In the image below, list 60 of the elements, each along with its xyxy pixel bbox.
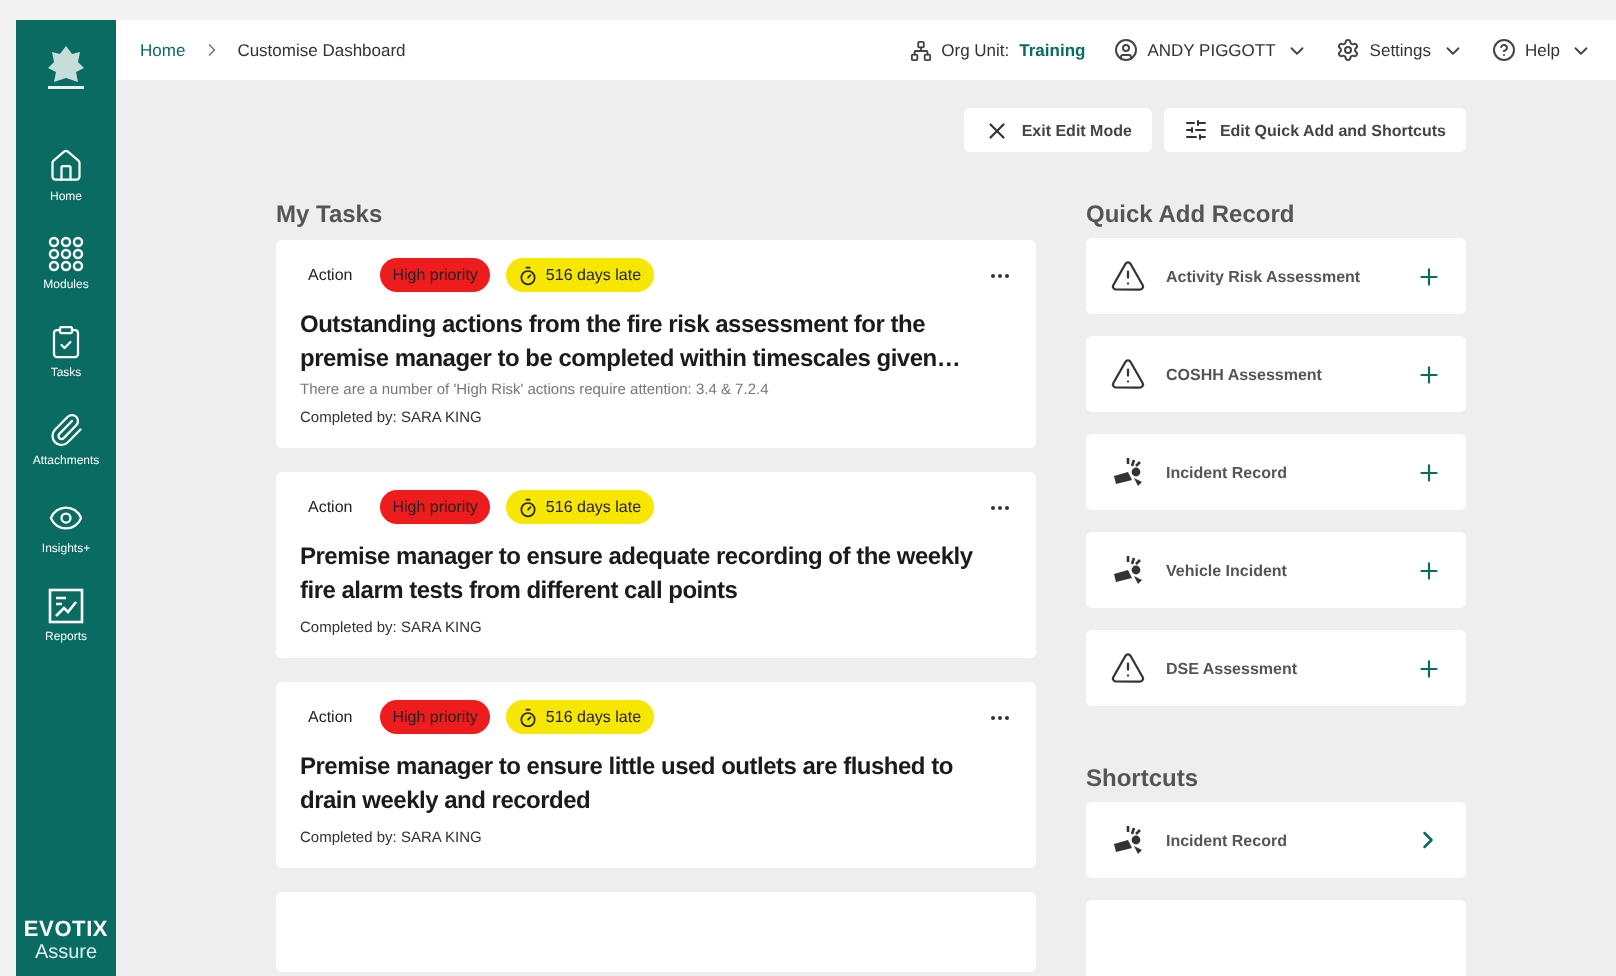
late-badge: 516 days late — [505, 700, 654, 734]
task-type: Action — [306, 708, 355, 726]
add-icon — [1416, 361, 1442, 387]
priority-badge: High priority — [380, 258, 490, 292]
brand-name: EVOTIX — [23, 918, 109, 942]
settings-icon — [1335, 38, 1360, 62]
priority-badge: High priority — [380, 700, 490, 734]
section-title: Shortcuts — [1086, 764, 1201, 792]
paperclip-icon — [47, 412, 84, 448]
task-title: Premise manager to ensure adequate recording of the weekly fire alarm tests from different call points — [300, 540, 975, 608]
brand-subtitle: Assure — [34, 942, 98, 964]
sliders-icon — [1183, 118, 1208, 142]
user-menu[interactable]: ANDY PIGGOTT — [1113, 38, 1308, 62]
add-icon — [1416, 655, 1442, 681]
section-title: Quick Add Record — [1086, 200, 1297, 228]
warning-icon — [1110, 650, 1146, 686]
task-title: Premise manager to ensure little used outlets are flushed to drain weekly and recorded — [300, 750, 955, 818]
impact-icon — [1110, 456, 1146, 488]
timer-icon — [517, 497, 538, 517]
quick-add-item[interactable]: Incident Record — [1086, 434, 1466, 510]
impact-icon — [1110, 824, 1146, 856]
grid-icon — [48, 236, 84, 272]
quick-add-item[interactable]: Vehicle Incident — [1086, 532, 1466, 608]
shortcut-item[interactable]: Incident Record — [1086, 802, 1466, 878]
priority-badge: High priority — [380, 490, 490, 524]
add-icon — [1416, 263, 1442, 289]
help-icon — [1491, 38, 1516, 62]
breadcrumb-link[interactable]: Home — [140, 40, 186, 60]
user-icon — [1113, 38, 1138, 62]
task-card[interactable] — [276, 240, 1036, 448]
task-title: Outstanding actions from the fire risk assessment for the premise manager to be completed within timescales given… — [300, 308, 963, 376]
chart-icon — [47, 588, 84, 624]
warning-icon — [1110, 258, 1146, 294]
settings-menu[interactable]: Settings — [1335, 38, 1464, 62]
add-icon — [1416, 557, 1442, 583]
close-icon — [983, 117, 1010, 143]
late-badge: 516 days late — [505, 258, 654, 292]
timer-icon — [517, 265, 538, 285]
breadcrumb-current: Customise Dashboard — [237, 40, 406, 60]
clipboard-icon — [48, 324, 84, 360]
help-menu[interactable]: Help — [1491, 38, 1592, 62]
task-type: Action — [306, 266, 355, 284]
late-badge: 516 days late — [505, 490, 654, 524]
warning-icon — [1110, 356, 1146, 392]
impact-icon — [1110, 554, 1146, 586]
add-icon — [1416, 459, 1442, 485]
task-type: Action — [306, 498, 355, 516]
toolbar-button[interactable]: Edit Quick Add and Shortcuts — [1163, 108, 1466, 152]
quick-add-item[interactable]: DSE Assessment — [1086, 630, 1466, 706]
eye-icon — [48, 500, 84, 536]
crest-logo — [44, 44, 88, 92]
home-icon — [48, 148, 84, 184]
toolbar-button[interactable]: Exit Edit Mode — [963, 108, 1152, 152]
quick-add-item[interactable]: Activity Risk Assessment — [1086, 238, 1466, 314]
org-unit-label: Org Unit: — [941, 40, 1010, 60]
timer-icon — [517, 707, 538, 727]
org-unit-value: Training — [1019, 40, 1086, 60]
section-title: My Tasks — [276, 200, 385, 228]
quick-add-item[interactable]: COSHH Assessment — [1086, 336, 1466, 412]
hierarchy-icon — [909, 39, 932, 61]
